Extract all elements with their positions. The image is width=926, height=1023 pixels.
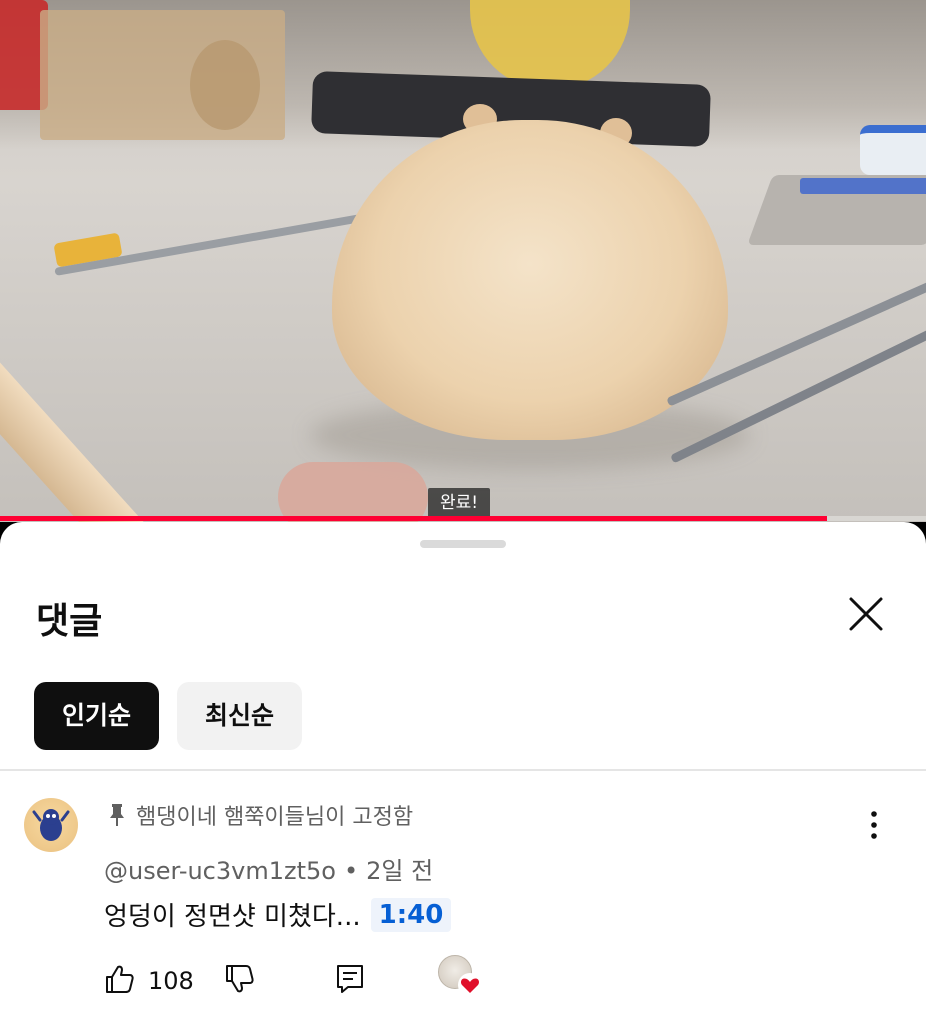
comment-actions: 108	[104, 955, 924, 1003]
comment-text: 엉덩이 정면샷 미쳤다...	[104, 902, 361, 932]
video-player[interactable]: 완료!	[0, 0, 926, 522]
thumbs-up-icon	[106, 965, 134, 993]
meta-separator: •	[343, 857, 359, 885]
comment-meta: @user-uc3vm1zt5o • 2일 전	[104, 851, 433, 886]
video-hamster	[332, 120, 728, 440]
pinned-label-row: 햄댕이네 햄쭉이들님이 고정함	[108, 799, 413, 831]
video-object-stick	[0, 337, 199, 522]
video-progress-fill	[0, 516, 827, 521]
comments-title: 댓글	[36, 601, 103, 642]
comment-author[interactable]: @user-uc3vm1zt5o	[104, 857, 336, 885]
reply-icon	[337, 965, 363, 993]
reply-button[interactable]	[334, 963, 366, 999]
video-object-box	[860, 125, 926, 175]
pinned-label: 햄댕이네 햄쭉이들님이 고정함	[136, 805, 414, 830]
timestamp-link[interactable]: 1:40	[370, 897, 452, 932]
comments-sheet: 댓글 인기순 최신순 햄댕이네 햄쭉이들님이 고정함 @user-uc3vm1z…	[0, 522, 926, 1023]
sort-newest-chip[interactable]: 최신순	[177, 682, 303, 750]
video-object-tray-strip	[800, 178, 926, 194]
comment-time: 2일 전	[366, 857, 434, 885]
pin-icon	[110, 804, 124, 826]
comment-body: 엉덩이 정면샷 미쳤다... 1:40	[104, 896, 452, 933]
more-options-button[interactable]	[860, 807, 888, 843]
pinned-comment: 햄댕이네 햄쭉이들님이 고정함 @user-uc3vm1zt5o • 2일 전 엉덩…	[0, 771, 926, 1023]
close-icon	[849, 597, 883, 631]
sheet-drag-handle[interactable]	[420, 540, 506, 548]
creator-heart	[458, 973, 482, 997]
like-count: 108	[148, 967, 194, 995]
like-button[interactable]	[104, 963, 136, 999]
sort-popular-chip[interactable]: 인기순	[34, 682, 160, 750]
thumbs-down-icon	[226, 965, 254, 993]
video-caption: 완료!	[428, 488, 491, 518]
avatar[interactable]	[24, 798, 78, 852]
dislike-button[interactable]	[224, 963, 256, 999]
close-button[interactable]	[842, 590, 890, 638]
avatar-icon	[32, 809, 70, 841]
video-finger	[278, 462, 428, 522]
video-progress-bar[interactable]	[0, 516, 926, 521]
sort-chips: 인기순 최신순	[34, 682, 303, 750]
video-object-shelf-hole	[190, 40, 260, 130]
heart-icon	[458, 973, 482, 997]
more-vert-icon	[871, 811, 877, 839]
